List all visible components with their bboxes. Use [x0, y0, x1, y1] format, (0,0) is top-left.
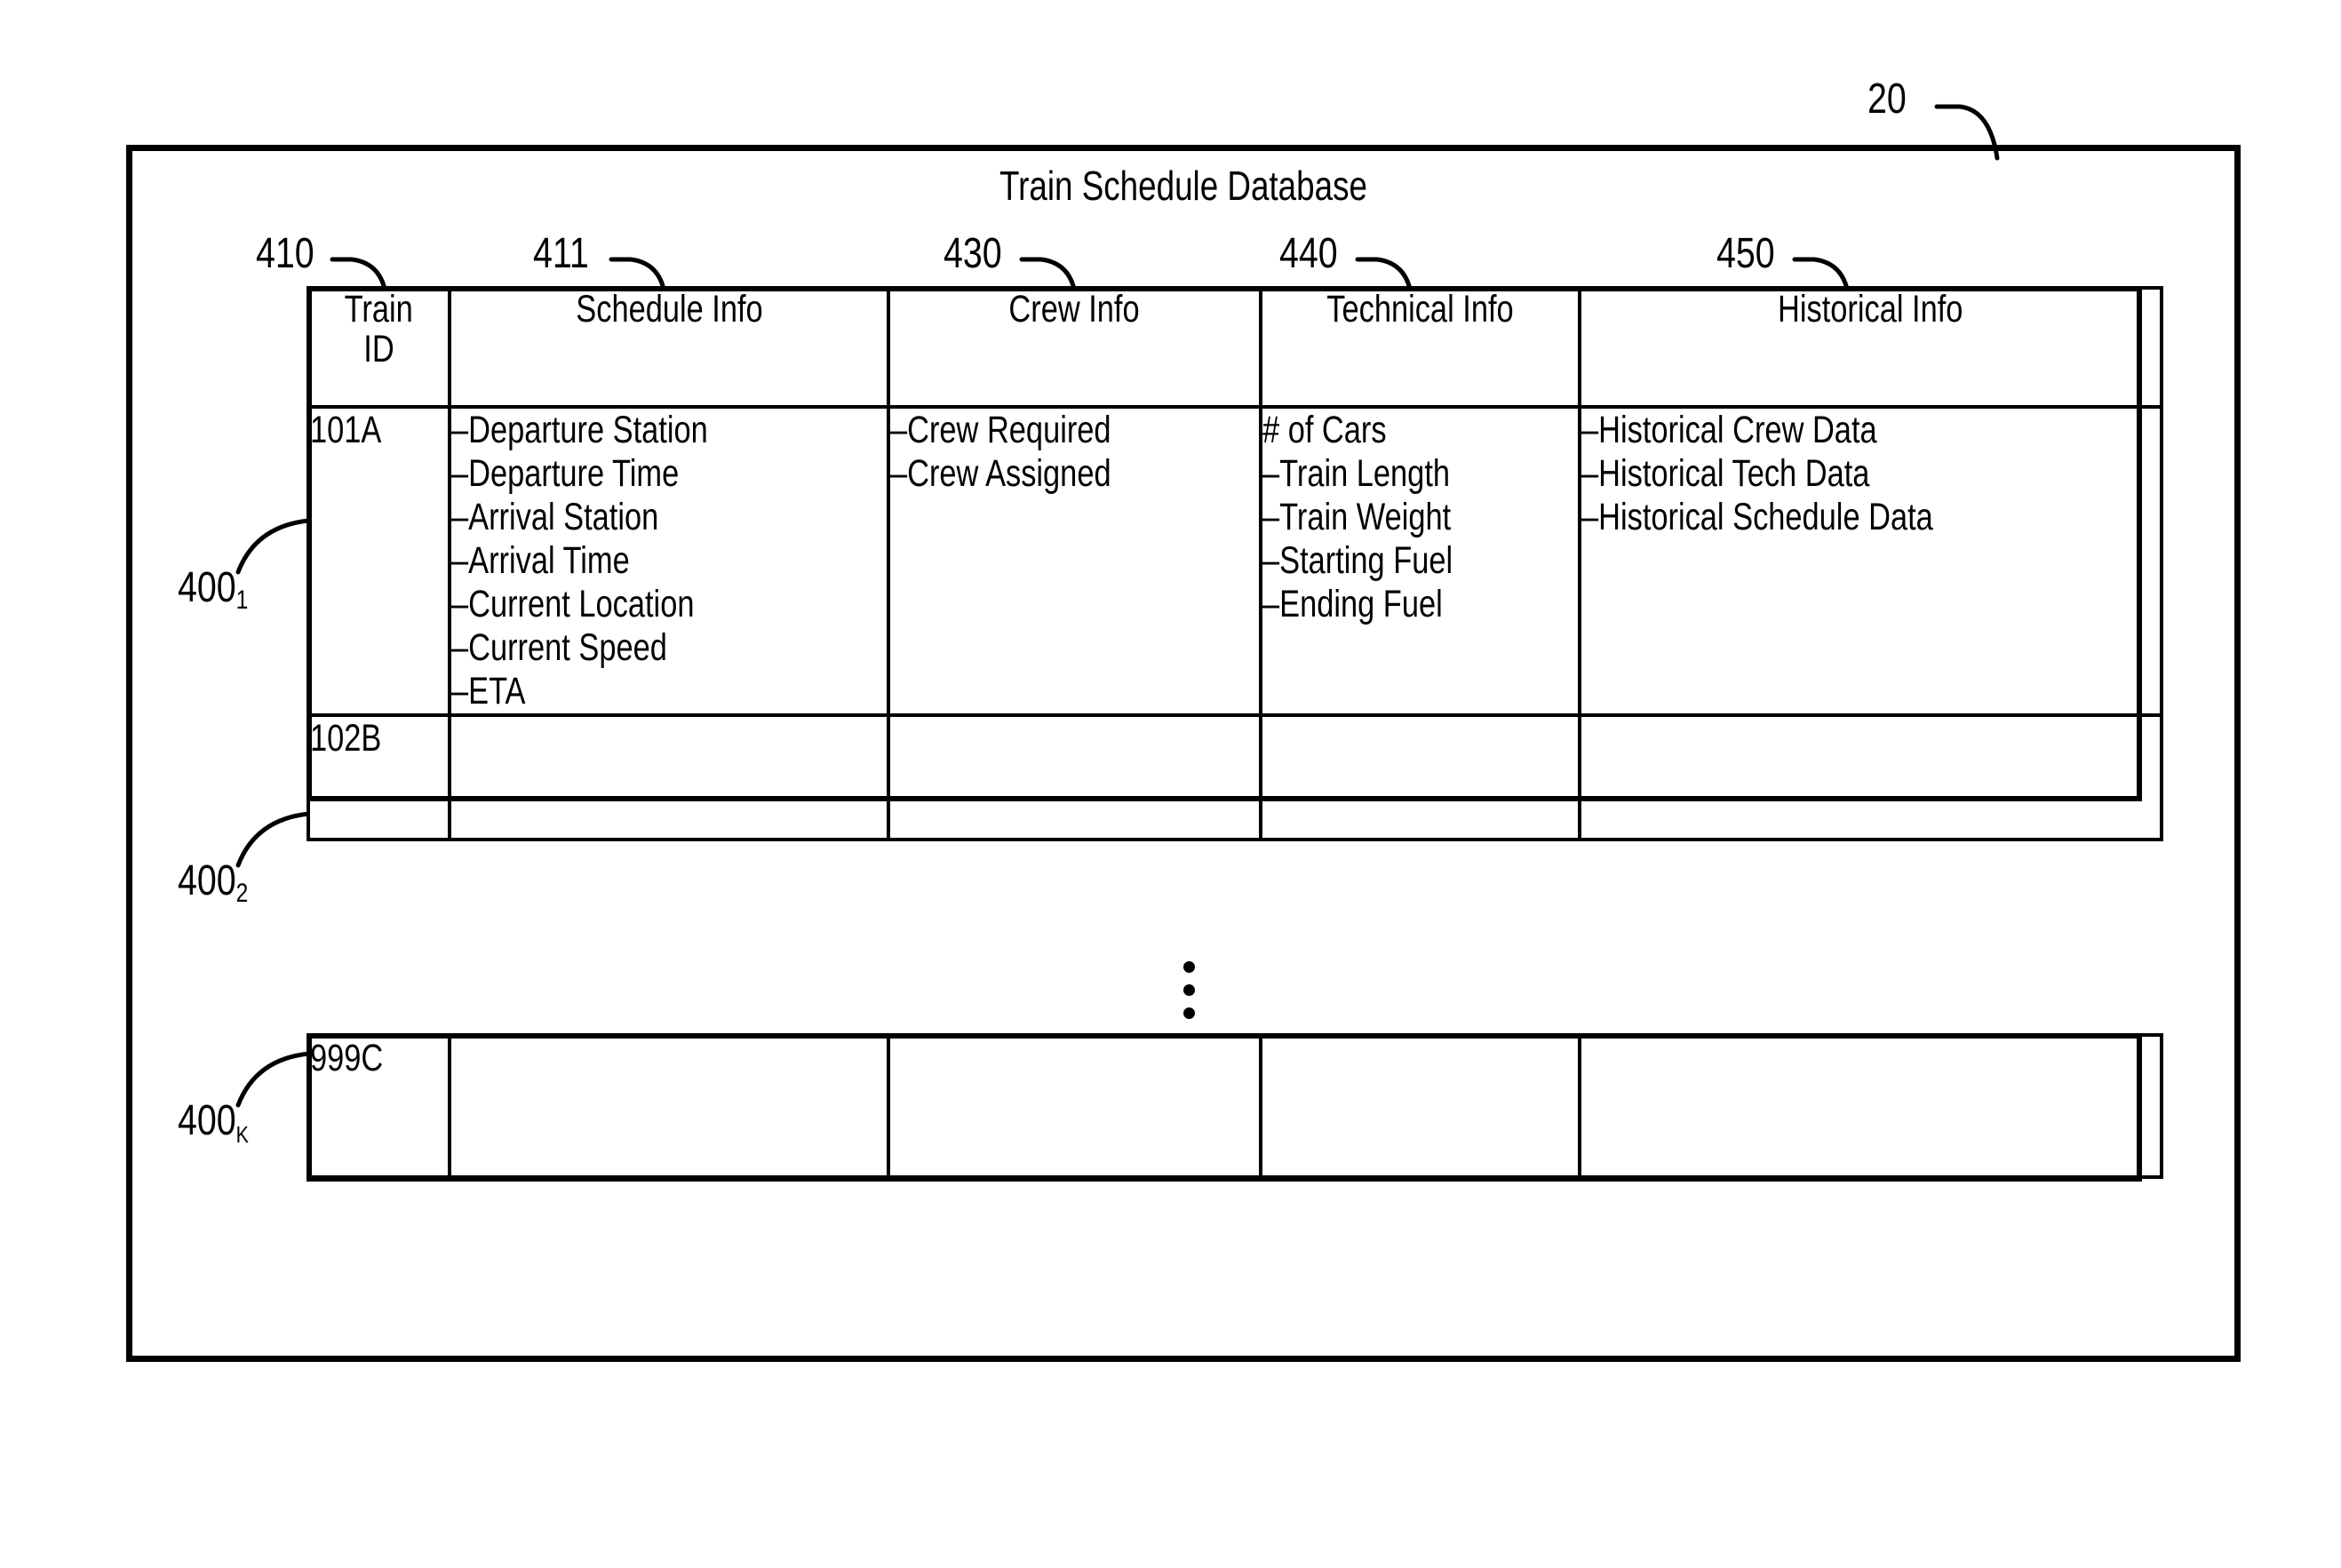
list-item: –Historical Tech Data	[1581, 452, 1870, 496]
train-id-value-2: 102B	[310, 717, 382, 760]
header-schedule-info-label: Schedule Info	[575, 288, 763, 330]
header-train-id: Train ID	[307, 286, 451, 409]
cell-schedule-info-3	[448, 1033, 890, 1179]
row-ref-sub-1: 1	[235, 585, 249, 615]
header-historical-info-label: Historical Info	[1778, 288, 1963, 330]
list-item: –Crew Assigned	[890, 452, 1111, 496]
train-id-value-1: 101A	[310, 409, 382, 451]
list-item: –Train Length	[1262, 452, 1451, 496]
reference-numeral-20: 20	[1867, 76, 1907, 123]
cell-crew-info-2	[887, 713, 1262, 842]
list-item: –Departure Time	[451, 452, 680, 496]
leader-line-20	[1934, 104, 2000, 161]
header-train-id-line1: Train	[344, 288, 414, 330]
cell-schedule-info-2	[448, 713, 890, 842]
table-row: 999C	[307, 1033, 2163, 1179]
cell-train-id-3: 999C	[307, 1033, 451, 1179]
cell-historical-info-3	[1578, 1033, 2163, 1179]
row-ref-base-1: 400	[178, 564, 236, 611]
header-technical-info: Technical Info	[1259, 286, 1581, 409]
reference-numeral-440: 440	[1279, 230, 1338, 277]
row-ref-sub-k: K	[235, 1121, 249, 1148]
train-schedule-table: Train ID Schedule Info Crew Info Technic…	[307, 286, 2163, 842]
reference-numeral-430: 430	[944, 230, 1002, 277]
train-schedule-table-last-row: 999C	[307, 1033, 2163, 1179]
ellipsis-dot	[1183, 984, 1195, 996]
cell-crew-info-1: –Crew Required –Crew Assigned	[887, 404, 1262, 718]
list-item: –Arrival Station	[451, 496, 659, 539]
table-header-row: Train ID Schedule Info Crew Info Technic…	[307, 286, 2163, 409]
list-item: –Departure Station	[451, 409, 708, 451]
reference-numeral-450: 450	[1716, 230, 1775, 277]
ellipsis-dot	[1183, 961, 1195, 973]
cell-historical-info-1: –Historical Crew Data –Historical Tech D…	[1578, 404, 2163, 718]
cell-train-id-2: 102B	[307, 713, 451, 842]
cell-technical-info-2	[1259, 713, 1581, 842]
list-item: –Historical Crew Data	[1581, 409, 1877, 451]
cell-technical-info-3	[1259, 1033, 1581, 1179]
list-item: –Historical Schedule Data	[1581, 496, 1933, 539]
list-item: –Current Location	[451, 583, 695, 626]
list-item: –Ending Fuel	[1262, 583, 1443, 626]
list-item: –Crew Required	[890, 409, 1111, 451]
cell-train-id-1: 101A	[307, 404, 451, 718]
row-ref-sub-2: 2	[235, 879, 249, 908]
row-ref-base-k: 400	[178, 1097, 236, 1144]
table-row: 101A –Departure Station –Departure Time …	[307, 404, 2163, 718]
header-train-id-line2: ID	[363, 328, 394, 371]
list-item: –Current Speed	[451, 626, 667, 670]
list-item: –ETA	[451, 670, 526, 713]
patent-figure: 20 Train Schedule Database 410 411 430 4…	[0, 0, 2341, 1568]
row-ref-base-2: 400	[178, 857, 236, 904]
cell-historical-info-2	[1578, 713, 2163, 842]
list-item: –Starting Fuel	[1262, 539, 1453, 583]
header-historical-info: Historical Info	[1578, 286, 2163, 409]
header-crew-info: Crew Info	[887, 286, 1262, 409]
list-item: # of Cars	[1262, 409, 1387, 451]
reference-numeral-410: 410	[256, 230, 315, 277]
cell-schedule-info-1: –Departure Station –Departure Time –Arri…	[448, 404, 890, 718]
list-item: –Arrival Time	[451, 539, 630, 583]
vertical-ellipsis-icon	[1183, 961, 1198, 1023]
cell-technical-info-1: # of Cars –Train Length –Train Weight –S…	[1259, 404, 1581, 718]
ellipsis-dot	[1183, 1007, 1195, 1019]
cell-crew-info-3	[887, 1033, 1262, 1179]
train-id-value-3: 999C	[310, 1037, 384, 1079]
table-row: 102B	[307, 713, 2163, 842]
list-item: –Train Weight	[1262, 496, 1452, 539]
header-crew-info-label: Crew Info	[1008, 288, 1141, 330]
header-schedule-info: Schedule Info	[448, 286, 890, 409]
reference-numeral-411: 411	[533, 230, 589, 277]
figure-title: Train Schedule Database	[999, 163, 1367, 209]
header-technical-info-label: Technical Info	[1326, 288, 1514, 330]
